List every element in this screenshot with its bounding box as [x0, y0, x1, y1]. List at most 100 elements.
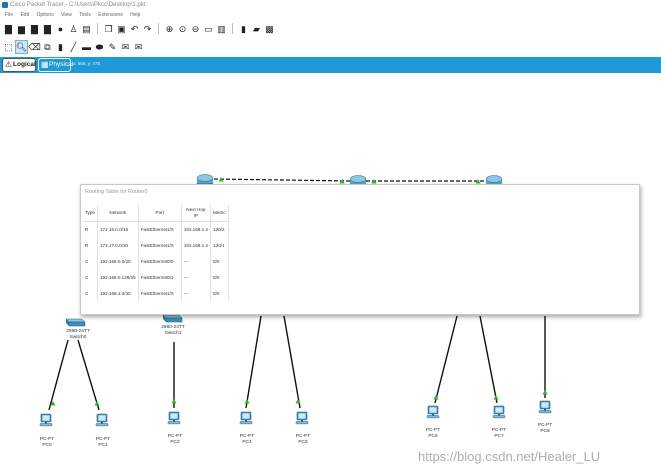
- menu-file[interactable]: File: [5, 12, 13, 18]
- routing-table: Type Network Port Next Hop IP Metric R 1…: [83, 205, 229, 301]
- cell-type: R: [83, 221, 98, 237]
- pc-name: PC0: [42, 443, 52, 448]
- tab-physical[interactable]: ▦ Physical: [38, 58, 74, 72]
- undo-icon[interactable]: ↶: [129, 23, 140, 35]
- packet-tracer-app-icon: [2, 2, 8, 8]
- cell-next-hop: ---: [181, 285, 212, 301]
- switch0-label: 2960-24TT Switch0: [58, 329, 98, 341]
- tab-logical[interactable]: ⚠ Logical: [2, 58, 36, 72]
- link-status-indicator: [295, 399, 301, 404]
- table-row: C 192.168.0.128/25 FastEthernet0/1 --- 0…: [83, 269, 229, 285]
- view-folder-icon[interactable]: ▰: [251, 23, 262, 35]
- pc-name: PC2: [170, 440, 180, 445]
- cell-metric: 0/0: [210, 253, 229, 269]
- logical-workspace-icon: ⚠: [5, 60, 13, 69]
- tab-logical-label: Logical: [13, 61, 36, 68]
- zoom-in-icon[interactable]: ⊕: [164, 23, 175, 35]
- place-note-icon[interactable]: ▮: [55, 41, 66, 53]
- info-icon[interactable]: ●: [55, 23, 66, 35]
- custom-device-icon[interactable]: ▥: [216, 23, 227, 35]
- table-row: R 172.17.0.0/30 FastEthernet1/0 192.168.…: [83, 237, 229, 253]
- link-router2-pc6: [434, 315, 458, 404]
- network-wizard-icon[interactable]: ♙: [68, 23, 79, 35]
- menu-edit[interactable]: Edit: [20, 12, 29, 18]
- draw-rectangle-icon[interactable]: ▬: [81, 41, 92, 53]
- copy-icon[interactable]: ❐: [103, 23, 114, 35]
- column-header-type: Type: [83, 205, 98, 222]
- drawing-palette-icon[interactable]: ▭: [203, 23, 214, 35]
- cell-port: FastEthernet0/1: [138, 269, 182, 285]
- routing-table-header-row: Type Network Port Next Hop IP Metric: [83, 205, 229, 222]
- toolbar-separator: [232, 23, 233, 34]
- link-router1-pc4: [245, 315, 262, 409]
- cell-metric: 120/2: [210, 221, 229, 237]
- menu-tools[interactable]: Tools: [79, 12, 91, 18]
- cell-network: 192.168.1.0/30: [97, 285, 139, 301]
- pc-name: PC1: [98, 443, 108, 448]
- routing-table-window[interactable]: Routing Table for Router0 Type Network P…: [80, 184, 640, 315]
- pc-name: PC4: [242, 440, 252, 445]
- pc7-label: PC-PT PC7: [479, 428, 519, 440]
- open-folder-icon[interactable]: ▆: [16, 23, 27, 35]
- cell-metric: 0/0: [210, 285, 229, 301]
- cell-next-hop: 192.168.1.2: [181, 221, 212, 237]
- pc0: [39, 413, 53, 427]
- redo-icon[interactable]: ↷: [142, 23, 153, 35]
- routing-table-title: Routing Table for Router0: [85, 189, 148, 195]
- toolbar-separator: [97, 23, 98, 34]
- link-status-indicator: [542, 390, 548, 395]
- pc6: [426, 405, 440, 419]
- new-file-icon[interactable]: ▇: [3, 23, 14, 35]
- cell-network: 192.168.0.128/25: [97, 269, 139, 285]
- cell-network: 172.17.0.0/30: [97, 237, 139, 253]
- zoom-reset-icon[interactable]: ⊙: [177, 23, 188, 35]
- link-router1-pc5: [283, 315, 301, 409]
- activity-wizard-icon[interactable]: ▤: [81, 23, 92, 35]
- add-complex-pdu-icon[interactable]: ✉: [133, 41, 144, 53]
- pc0-label: PC-PT PC0: [27, 437, 67, 449]
- resize-shape-icon[interactable]: ⧉: [42, 41, 53, 53]
- cell-type: C: [83, 285, 98, 301]
- table-row: C 192.168.0.0/25 FastEthernet0/0 --- 0/0: [83, 253, 229, 269]
- freeform-icon[interactable]: ✎: [107, 41, 118, 53]
- add-simple-pdu-icon[interactable]: ✉: [120, 41, 131, 53]
- inspect-icon[interactable]: 🔍︎: [15, 39, 28, 54]
- tab-physical-label: Physical: [49, 61, 74, 68]
- cursor-coordinates: x: 656, y: 475: [73, 61, 101, 66]
- image-icon[interactable]: ▩: [264, 23, 275, 35]
- print-icon[interactable]: ▇: [42, 23, 53, 35]
- table-row: R 172.16.0.0/16 FastEthernet1/0 192.168.…: [83, 221, 229, 237]
- cell-next-hop: 192.168.1.2: [181, 237, 212, 253]
- pc7: [492, 405, 506, 419]
- cell-metric: 0/0: [210, 269, 229, 285]
- draw-ellipse-icon[interactable]: ⬬: [94, 41, 105, 53]
- link-switch0-pc1: [77, 339, 100, 411]
- pc4: [239, 411, 253, 425]
- pc1-label: PC-PT PC1: [83, 437, 123, 449]
- zoom-out-icon[interactable]: ⊖: [190, 23, 201, 35]
- cell-network: 172.16.0.0/16: [97, 221, 139, 237]
- menu-help[interactable]: Help: [130, 12, 140, 18]
- save-icon[interactable]: ▇: [29, 23, 40, 35]
- switch1-label: 2960-24TT Switch1: [153, 325, 193, 337]
- cell-next-hop: ---: [181, 253, 212, 269]
- draw-line-icon[interactable]: ╱: [68, 41, 79, 53]
- watermark-text: https://blog.csdn.net/Healer_LU: [418, 449, 601, 464]
- menu-extensions[interactable]: Extensions: [98, 12, 122, 18]
- menu-view[interactable]: View: [61, 12, 72, 18]
- pc-name: PC5: [298, 440, 308, 445]
- title-bar: Cisco Packet Tracer - C:\Users\Pkcc\Desk…: [0, 0, 661, 10]
- select-icon[interactable]: ⬚: [3, 41, 14, 53]
- menu-options[interactable]: Options: [36, 12, 53, 18]
- column-header-metric: Metric: [210, 205, 229, 222]
- switch1: [162, 314, 183, 323]
- pc8-label: PC-PT PC8: [525, 423, 565, 435]
- cell-type: C: [83, 269, 98, 285]
- cell-type: R: [83, 237, 98, 253]
- delete-icon[interactable]: ⌫: [28, 41, 41, 53]
- switch1-name: Switch1: [164, 331, 182, 336]
- main-toolbar: ▇ ▆ ▇ ▇ ● ♙ ▤ ❐ ▣ ↶ ↷ ⊕ ⊙ ⊖ ▭ ▥ ▮ ▰ ▩: [0, 20, 661, 37]
- column-header-network: Network: [97, 205, 139, 222]
- paste-icon[interactable]: ▣: [116, 23, 127, 35]
- viewport-icon[interactable]: ▮: [238, 23, 249, 35]
